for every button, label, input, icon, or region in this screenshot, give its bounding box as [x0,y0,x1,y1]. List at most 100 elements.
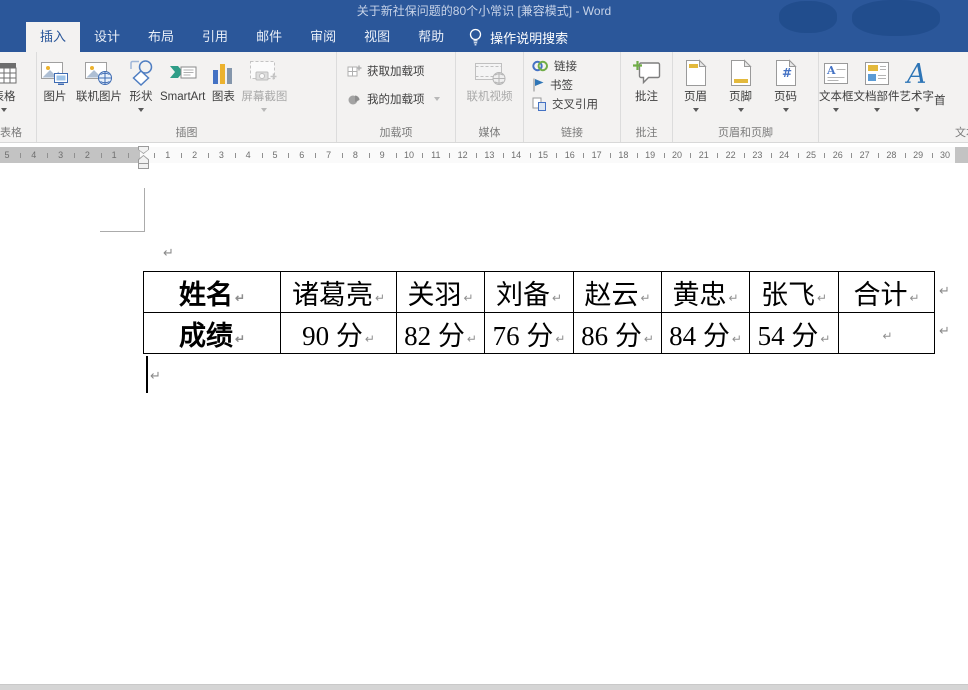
header-button[interactable]: 页眉 [673,54,718,112]
dropcap-button-partial[interactable]: 首 [934,54,954,108]
tab-help[interactable]: 帮助 [404,22,458,52]
tab-insert[interactable]: 插入 [26,22,80,52]
ruler-tick [851,153,852,158]
cell-name-6[interactable]: 张飞↵ [750,272,839,313]
tell-me-search[interactable]: 操作说明搜索 [468,22,568,52]
smartart-button[interactable]: SmartArt [157,54,208,105]
cell-score-4[interactable]: 86 分↵ [574,313,662,354]
dropdown-arrow-icon [1,108,7,112]
tab-review[interactable]: 审阅 [296,22,350,52]
ruler-number: 3 [219,150,224,160]
table-icon [0,56,17,90]
picture-button[interactable]: 图片 [37,54,73,105]
cell-score-3[interactable]: 76 分↵ [485,313,574,354]
ruler-tick [932,153,933,158]
ruler-number: 10 [404,150,414,160]
get-addins-icon [346,63,362,79]
ruler-number: 24 [779,150,789,160]
ruler-number: 3 [58,150,63,160]
cell-name-2[interactable]: 关羽↵ [397,272,485,313]
svg-text:A: A [904,59,927,88]
cell-score-1[interactable]: 90 分↵ [281,313,397,354]
ruler-tick [288,153,289,158]
ribbon-group-media: 联机视频 媒体 [456,52,524,142]
ruler-tick [771,153,772,158]
cell-score-header[interactable]: 成绩↵ [144,313,281,354]
group-label-links: 链接 [524,127,620,140]
ruler-tick [878,153,879,158]
bookmark-button[interactable]: 书签 [531,77,573,93]
text-box-icon: A [822,56,850,90]
tab-mailings[interactable]: 邮件 [242,22,296,52]
cell-total-value[interactable]: ↵ [839,313,935,354]
ruler-tick [396,153,397,158]
cell-name-1[interactable]: 诸葛亮↵ [281,272,397,313]
text-box-button[interactable]: A 文本框 [819,54,854,112]
online-pictures-button[interactable]: 联机图片 [73,54,125,105]
wordart-button[interactable]: A 艺术字 [900,54,935,112]
chart-button[interactable]: 图表 [208,54,238,105]
get-addins-button: 获取加载项 [346,63,425,79]
cell-score-2[interactable]: 82 分↵ [397,313,485,354]
screenshot-button: 屏幕截图 [238,54,290,112]
ruler-number: 4 [246,150,251,160]
cell-name-3[interactable]: 刘备↵ [485,272,574,313]
tab-references[interactable]: 引用 [188,22,242,52]
group-label-media: 媒体 [456,127,523,140]
ruler-number: 9 [380,150,385,160]
table-button[interactable]: 表格 [0,54,32,112]
ruler-tick [262,153,263,158]
ribbon-group-comments: 批注 批注 [621,52,673,142]
cell-name-header[interactable]: 姓名↵ [144,272,281,313]
group-label-table: 表格 [0,127,37,140]
ruler-tick [824,153,825,158]
ribbon-group-addins: 获取加载项 我的加载项 加载项 [337,52,456,142]
ruler-tick [798,153,799,158]
text-boundary-crop-mark [100,231,145,232]
ruler-tick [556,153,557,158]
cell-end-mark: ↵ [467,332,477,346]
tab-design[interactable]: 设计 [80,22,134,52]
group-label-illustrations: 插图 [37,127,336,140]
ribbon-group-text: A 文本框 文档部件 [819,52,968,142]
text-boundary-crop-mark [144,188,145,232]
picture-icon [40,56,70,90]
quick-parts-button[interactable]: 文档部件 [854,54,900,112]
svg-text:#: # [782,66,792,80]
ruler-tick [744,153,745,158]
dropdown-arrow-icon [261,108,267,112]
ruler-tick [74,153,75,158]
left-indent-marker[interactable] [138,163,149,169]
shapes-button[interactable]: 形状 [125,54,157,112]
document-page[interactable]: ↵ 姓名↵ 诸葛亮↵ 关羽↵ 刘备↵ 赵云↵ 黄忠↵ 张飞↵ 合计↵ 成绩↵ 9… [0,166,968,684]
tab-layout[interactable]: 布局 [134,22,188,52]
dropdown-arrow-icon [738,108,744,112]
ruler-tick [530,153,531,158]
cell-total-header[interactable]: 合计↵ [839,272,935,313]
page-number-button[interactable]: # 页码 [763,54,808,112]
wordart-icon: A [903,56,931,90]
cell-name-4[interactable]: 赵云↵ [574,272,662,313]
cell-name-5[interactable]: 黄忠↵ [662,272,750,313]
ruler-number: 1 [165,150,170,160]
ruler-tick [315,153,316,158]
link-button[interactable]: 链接 [531,58,577,74]
ruler-tick [342,153,343,158]
score-table: 姓名↵ 诸葛亮↵ 关羽↵ 刘备↵ 赵云↵ 黄忠↵ 张飞↵ 合计↵ 成绩↵ 90 … [143,271,935,354]
comment-button[interactable]: 批注 [632,54,662,105]
tab-view[interactable]: 视图 [350,22,404,52]
cross-reference-button[interactable]: 交叉引用 [531,96,598,112]
group-label-comments: 批注 [621,127,672,140]
footer-icon [729,56,753,90]
cell-end-mark: ↵ [882,329,892,343]
ruler-tick [476,153,477,158]
cell-score-6[interactable]: 54 分↵ [750,313,839,354]
dropdown-arrow-icon [138,108,144,112]
ruler-tick [905,153,906,158]
ruler-tick [235,153,236,158]
cell-score-5[interactable]: 84 分↵ [662,313,750,354]
ruler-number: 22 [726,150,736,160]
footer-button[interactable]: 页脚 [718,54,763,112]
online-video-icon [473,56,507,90]
ribbon: 表格 表格 图片 [0,52,968,143]
